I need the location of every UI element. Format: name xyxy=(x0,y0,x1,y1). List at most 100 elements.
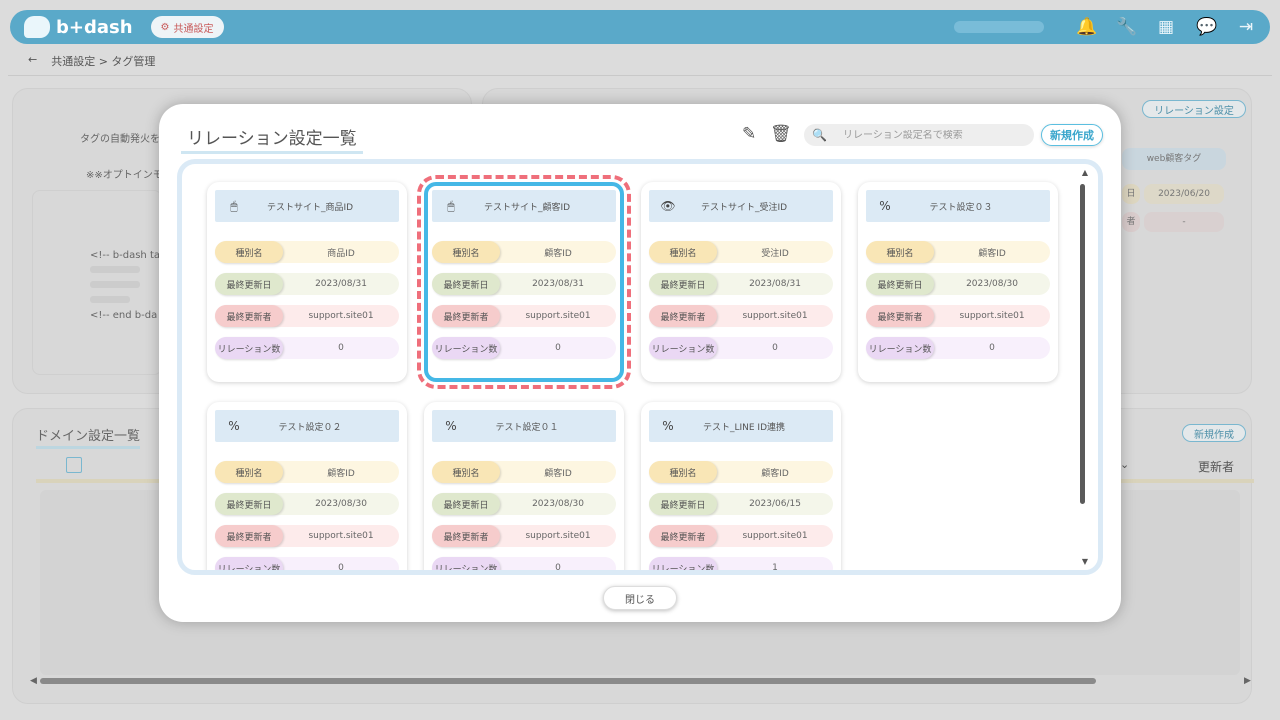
type-value: 顧客ID xyxy=(544,248,572,259)
updater-label: 最終更新者 xyxy=(432,305,500,327)
relation-card[interactable]: % テスト設定０２ 種別名 顧客ID 最終更新日 2023/08/30 最終更新者 suppo… xyxy=(207,402,407,573)
relation-count-value: 1 xyxy=(772,563,778,573)
type-value: 受注ID xyxy=(761,248,789,259)
mouse-icon: 🖱 xyxy=(447,198,455,213)
updated-date-label: 最終更新日 xyxy=(432,493,500,515)
scroll-up-icon[interactable]: ▲ xyxy=(1082,168,1088,177)
sort-chevron-icon[interactable]: ⌄ xyxy=(1120,458,1129,471)
relation-card[interactable]: 🖱 テストサイト_顧客ID 種別名 顧客ID 最終更新日 2023/08/31 最終更新者 s… xyxy=(417,175,631,389)
relation-count-label: リレーション数 xyxy=(649,557,717,570)
updated-date-value: 2023/08/31 xyxy=(315,279,367,289)
mouse-icon: 🖱 xyxy=(230,198,238,213)
option-text: ※※オプトインモ xyxy=(86,170,163,181)
new-create-button[interactable]: 新規作成 xyxy=(1041,124,1103,146)
chat-support-icon[interactable]: 💬 xyxy=(1196,17,1217,37)
scroll-left-icon[interactable]: ◀ xyxy=(30,676,37,686)
shared-settings-badge[interactable]: ⚙ 共通設定 xyxy=(150,16,224,38)
web-tag-date: 2023/06/20 xyxy=(1144,184,1224,204)
domain-new-button[interactable]: 新規作成 xyxy=(1182,424,1246,442)
type-label: 種別名 xyxy=(866,241,934,263)
breadcrumb-path: 共通設定 > タグ管理 xyxy=(51,55,156,68)
horizontal-scrollbar[interactable] xyxy=(40,678,1096,684)
relation-count-value: 0 xyxy=(989,343,995,353)
breadcrumb: ← 共通設定 > タグ管理 xyxy=(28,53,155,69)
settings-icon: ⚙ xyxy=(160,21,170,33)
scroll-down-icon[interactable]: ▼ xyxy=(1082,557,1088,566)
card-title: テスト_LINE ID連携 xyxy=(702,422,786,433)
updated-date-row: 最終更新日 2023/08/30 xyxy=(866,273,1050,295)
relation-card[interactable]: % テスト設定０１ 種別名 顧客ID 最終更新日 2023/08/30 最終更新者 suppo… xyxy=(424,402,624,570)
card-header: % テスト設定０１ xyxy=(432,410,616,442)
updated-date-row: 最終更新日 2023/06/15 xyxy=(649,493,833,515)
updated-date-value: 2023/08/31 xyxy=(749,279,801,289)
web-tag-user-label: 者 xyxy=(1122,212,1140,232)
type-row: 種別名 顧客ID xyxy=(432,461,616,483)
card-header: 🖱 テストサイト_顧客ID xyxy=(432,190,616,222)
wrench-icon[interactable]: 🔧 xyxy=(1116,17,1137,37)
relation-count-value: 0 xyxy=(338,563,344,573)
relation-count-row: リレーション数 0 xyxy=(215,337,399,359)
type-label: 種別名 xyxy=(432,241,500,263)
search-box: 🔍 xyxy=(804,124,1034,146)
updater-label: 最終更新者 xyxy=(649,525,717,547)
select-all-checkbox[interactable] xyxy=(66,457,82,473)
code-line-end: <!-- end b-da xyxy=(90,310,158,321)
auto-fire-text: タグの自動発火を xyxy=(80,134,160,145)
card-header: % テスト_LINE ID連携 xyxy=(649,410,833,442)
updated-date-label: 最終更新日 xyxy=(432,273,500,295)
relation-count-value: 0 xyxy=(772,343,778,353)
percent-icon: % xyxy=(662,419,674,433)
user-name-blurred xyxy=(954,21,1044,33)
card-title: テスト設定０３ xyxy=(929,202,993,213)
type-value: 顧客ID xyxy=(327,468,355,479)
relation-card[interactable]: 👁 テストサイト_受注ID 種別名 受注ID 最終更新日 2023/08/31 最終更新者 s… xyxy=(641,182,841,382)
b-dash-logo[interactable]: b+dash xyxy=(24,16,133,38)
relation-count-label: リレーション数 xyxy=(432,557,500,570)
trash-icon[interactable]: 🗑 xyxy=(770,124,792,144)
updater-label: 最終更新者 xyxy=(649,305,717,327)
relation-count-row: リレーション数 0 xyxy=(215,557,399,573)
bell-icon[interactable]: 🔔 xyxy=(1076,17,1097,37)
type-label: 種別名 xyxy=(215,461,283,483)
search-input[interactable] xyxy=(842,129,1033,141)
updater-label: 最終更新者 xyxy=(215,525,283,547)
relation-settings-button[interactable]: リレーション設定 xyxy=(1142,100,1246,118)
card-title: テストサイト_受注ID xyxy=(700,202,788,213)
type-row: 種別名 商品ID xyxy=(215,241,399,263)
updated-date-row: 最終更新日 2023/08/30 xyxy=(432,493,616,515)
logout-icon[interactable]: ⇥ xyxy=(1236,17,1256,37)
updater-value: support.site01 xyxy=(308,531,374,541)
header-divider xyxy=(8,75,1272,76)
type-label: 種別名 xyxy=(649,241,717,263)
type-row: 種別名 顧客ID xyxy=(866,241,1050,263)
logo-text: b+dash xyxy=(56,16,133,38)
grid-menu-icon[interactable]: ▦ xyxy=(1156,17,1176,37)
type-row: 種別名 顧客ID xyxy=(432,241,616,263)
relation-card[interactable]: % テスト_LINE ID連携 種別名 顧客ID 最終更新日 2023/06/15 最終更新… xyxy=(641,402,841,573)
relation-card[interactable]: 🖱 テストサイト_商品ID 種別名 商品ID 最終更新日 2023/08/31 最終更新者 s… xyxy=(207,182,407,382)
updater-label: 最終更新者 xyxy=(432,525,500,547)
edit-icon[interactable]: ✎ xyxy=(742,124,756,144)
scroll-right-icon[interactable]: ▶ xyxy=(1244,676,1251,686)
close-button[interactable]: 閉じる xyxy=(603,586,677,610)
card-title: テスト設定０２ xyxy=(278,422,342,433)
back-arrow-icon[interactable]: ← xyxy=(28,53,37,69)
updater-value: support.site01 xyxy=(742,311,808,321)
relation-card[interactable]: % テスト設定０３ 種別名 顧客ID 最終更新日 2023/08/30 最終更新者 suppo… xyxy=(858,182,1058,382)
web-tag-user: - xyxy=(1144,212,1224,232)
updated-date-row: 最終更新日 2023/08/30 xyxy=(215,493,399,515)
updater-value: support.site01 xyxy=(742,531,808,541)
relation-count-row: リレーション数 1 xyxy=(649,557,833,573)
relation-count-row: リレーション数 0 xyxy=(432,557,616,570)
vertical-scrollbar-thumb[interactable] xyxy=(1080,184,1085,504)
logo-mark-icon xyxy=(24,16,50,38)
updated-date-label: 最終更新日 xyxy=(866,273,934,295)
relation-card-list[interactable]: 🖱 テストサイト_商品ID 種別名 商品ID 最終更新日 2023/08/31 最終更新者 s… xyxy=(177,159,1103,575)
percent-icon: % xyxy=(879,199,891,213)
updated-date-row: 最終更新日 2023/08/31 xyxy=(215,273,399,295)
web-tag-header: web顧客タグ xyxy=(1122,148,1226,170)
updater-column-header[interactable]: 更新者 xyxy=(1198,458,1234,475)
updated-date-value: 2023/08/30 xyxy=(315,499,367,509)
shared-settings-label: 共通設定 xyxy=(173,23,214,35)
updater-value: support.site01 xyxy=(308,311,374,321)
